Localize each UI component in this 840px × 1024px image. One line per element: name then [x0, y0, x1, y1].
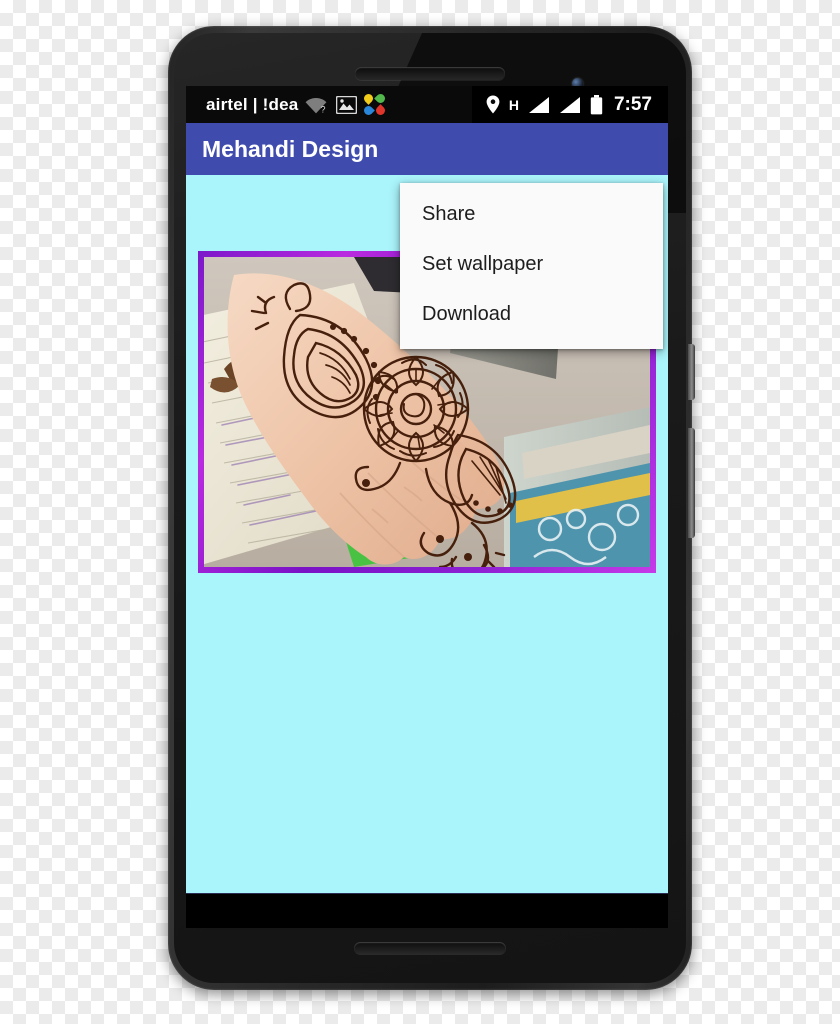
- svg-text:?: ?: [321, 104, 326, 114]
- volume-button[interactable]: [688, 428, 695, 538]
- phone-screen: airtel | !dea ? H 7:57 Mehandi Design Sh…: [186, 86, 668, 928]
- signal-bar-icon: [528, 96, 550, 114]
- location-pin-icon: [486, 95, 500, 114]
- nav-recents-button[interactable]: [553, 919, 623, 928]
- phone-device-frame: airtel | !dea ? H 7:57 Mehandi Design Sh…: [168, 26, 695, 990]
- clock-label: 7:57: [613, 93, 652, 115]
- menu-item-share[interactable]: Share: [400, 189, 663, 239]
- battery-icon: [590, 94, 603, 115]
- status-bar: airtel | !dea ? H 7:57: [186, 86, 668, 123]
- menu-item-download[interactable]: Download: [400, 289, 663, 339]
- overflow-menu[interactable]: Share Set wallpaper Download: [400, 183, 663, 349]
- status-bar-left: airtel | !dea ?: [186, 92, 472, 117]
- clover-icon: [362, 92, 388, 117]
- system-navigation-bar: [186, 893, 668, 928]
- nav-home-button[interactable]: [392, 919, 462, 928]
- status-bar-right: H 7:57: [471, 86, 668, 123]
- wifi-question-icon: ?: [305, 96, 329, 114]
- menu-item-set-wallpaper[interactable]: Set wallpaper: [400, 239, 663, 289]
- app-bar: Mehandi Design: [186, 123, 668, 175]
- carrier-label: airtel | !dea: [206, 94, 299, 114]
- image-icon: [336, 95, 358, 114]
- bottom-speaker-grille: [354, 942, 506, 955]
- nav-back-button[interactable]: [231, 919, 301, 928]
- signal-bar-icon: [559, 96, 581, 114]
- main-content: Share Set wallpaper Download: [186, 175, 668, 893]
- page-title: Mehandi Design: [202, 135, 379, 162]
- power-button[interactable]: [688, 344, 695, 400]
- earpiece-speaker-grille: [355, 67, 505, 80]
- hspa-icon: H: [508, 96, 519, 113]
